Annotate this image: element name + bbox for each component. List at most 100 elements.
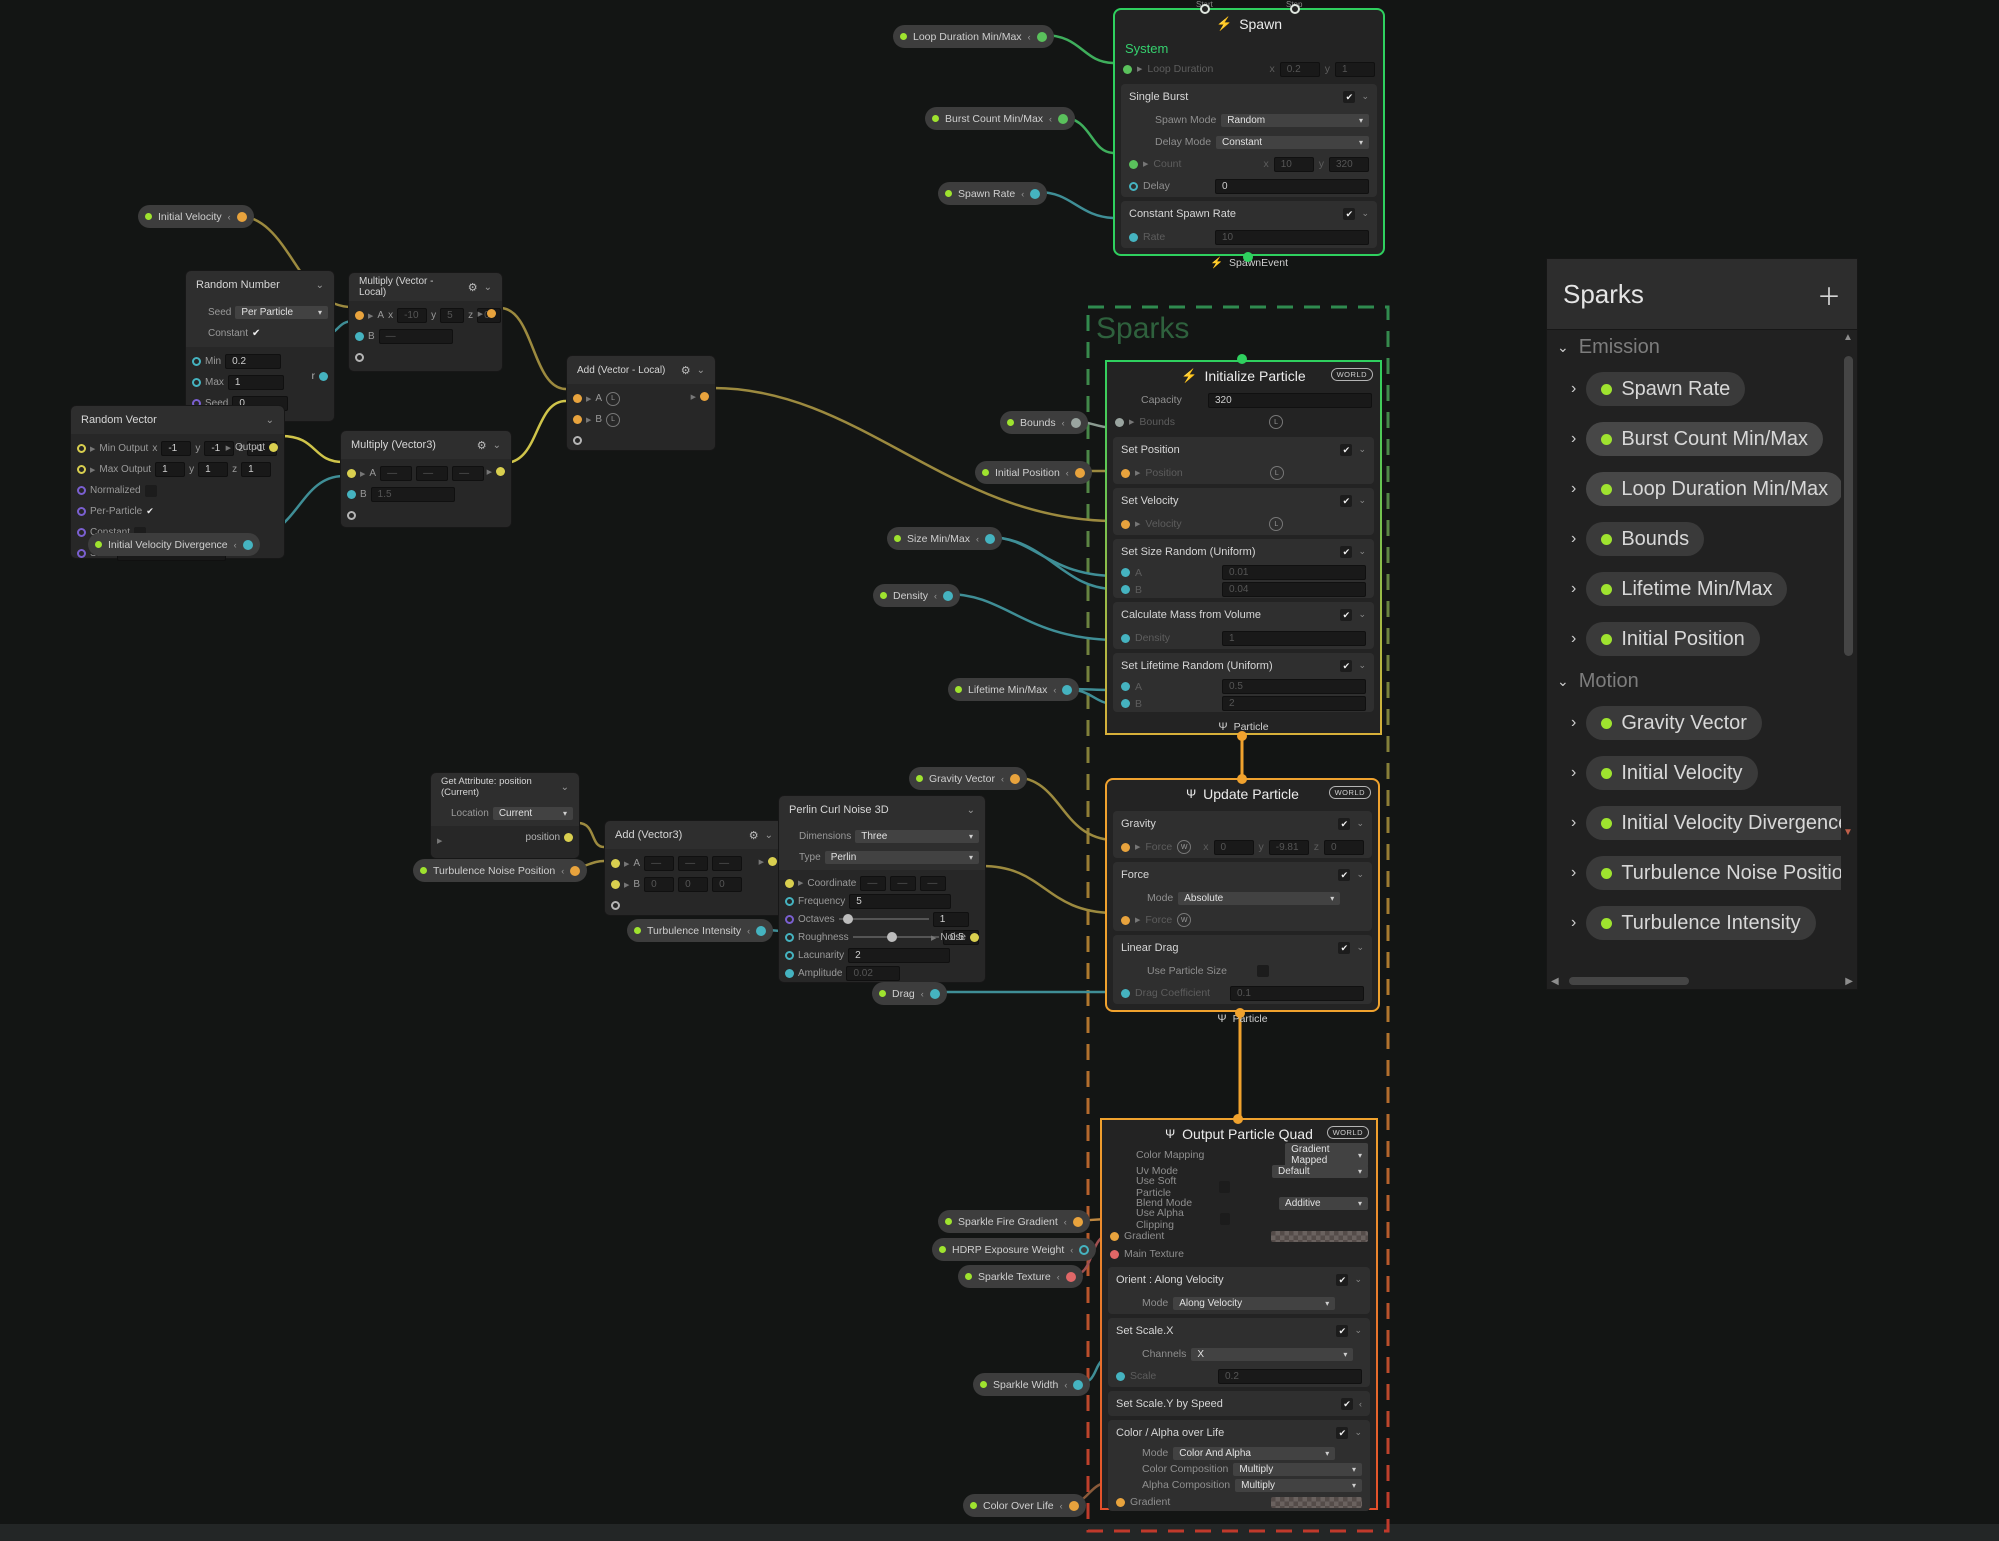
drag-coefficient-port[interactable]	[1121, 989, 1130, 998]
ca-mode-dropdown[interactable]: Color And Alpha▾	[1173, 1447, 1335, 1460]
param-sparkle-width[interactable]: Sparkle Width‹	[973, 1373, 1090, 1396]
avl-b-port[interactable]	[573, 415, 582, 424]
param-port[interactable]	[1075, 468, 1085, 478]
max-port[interactable]	[192, 378, 201, 387]
rn-output-port[interactable]	[319, 372, 328, 381]
output-in-port[interactable]	[1233, 1114, 1243, 1124]
orient-checkbox[interactable]: ✔	[1336, 1274, 1348, 1286]
av3-a-port[interactable]	[611, 859, 620, 868]
init-out-port[interactable]	[1237, 731, 1247, 741]
expand-icon[interactable]: ›	[1571, 530, 1576, 548]
av3-add-port[interactable]	[611, 901, 620, 910]
mv3-output-port[interactable]	[496, 467, 505, 476]
vfx-graph-canvas[interactable]: { "icons":{"lightning":"⚡","particle":"Ψ…	[0, 0, 1999, 1541]
update-in-port[interactable]	[1237, 774, 1247, 784]
blackboard-panel[interactable]: Sparks ＋ ⌄ Emission › Spawn Rate › Burst…	[1546, 258, 1858, 990]
param-initial-velocity-divergence[interactable]: Initial Velocity Divergence‹	[88, 533, 260, 556]
param-port[interactable]	[756, 926, 766, 936]
world-space-icon[interactable]: W	[1177, 840, 1191, 854]
delay-port[interactable]	[1129, 182, 1138, 191]
lifetime-a-port[interactable]	[1121, 682, 1130, 691]
single-burst-checkbox[interactable]: ✔	[1343, 91, 1355, 103]
blend-mode-dropdown[interactable]: Additive▾	[1279, 1197, 1368, 1210]
gear-icon[interactable]: ⚙	[468, 281, 478, 294]
av3-output-port[interactable]	[768, 857, 777, 866]
hscroll-thumb[interactable]	[1569, 977, 1689, 985]
expand-icon[interactable]: ›	[1571, 814, 1576, 832]
scroll-up-icon[interactable]: ▲	[1843, 332, 1853, 343]
spawn-context[interactable]: ⚡ Spawn System ▶ Loop Duration x0.2 y1 S…	[1113, 8, 1385, 256]
expand-icon[interactable]: ›	[1571, 430, 1576, 448]
output-context[interactable]: Ψ Output Particle Quad WORLD Color Mappi…	[1100, 1118, 1378, 1510]
system-name[interactable]: System	[1115, 37, 1383, 58]
min-port[interactable]	[192, 357, 201, 366]
param-color-over-life[interactable]: Color Over Life‹	[963, 1494, 1086, 1517]
param-initial-position[interactable]: Initial Position‹	[975, 461, 1092, 484]
set-size-checkbox[interactable]: ✔	[1340, 546, 1352, 558]
use-particle-size-checkbox[interactable]	[1257, 965, 1269, 977]
expand-icon[interactable]: ›	[1571, 764, 1576, 782]
update-context[interactable]: Ψ Update Particle WORLD Gravity ✔⌄ ▶ For…	[1105, 778, 1380, 1012]
add-vector-local-node[interactable]: Add (Vector - Local) ⚙⌄ ▶ AL ▶ BL ▶	[566, 355, 716, 451]
local-space-icon[interactable]: L	[1269, 517, 1283, 531]
update-out-port[interactable]	[1235, 1008, 1245, 1018]
delay-input[interactable]: 0	[1215, 179, 1369, 194]
avl-add-port[interactable]	[573, 436, 582, 445]
expand-icon[interactable]: ›	[1571, 914, 1576, 932]
constant-spawn-rate-block[interactable]: Constant Spawn Rate ✔ ⌄ Rate 10	[1121, 201, 1377, 248]
random-number-node[interactable]: Random Number⌄ Seed Per Particle▾ Consta…	[185, 270, 335, 422]
gear-icon[interactable]: ⚙	[681, 364, 691, 377]
world-space-icon[interactable]: W	[1177, 913, 1191, 927]
param-port[interactable]	[1062, 685, 1072, 695]
world-badge[interactable]: WORLD	[1329, 786, 1371, 799]
single-burst-block[interactable]: Single Burst ✔ ⌄ Spawn Mode Random▾ Dela…	[1121, 84, 1377, 197]
gradient2-preview[interactable]	[1271, 1497, 1362, 1508]
soft-particle-checkbox[interactable]	[1219, 1181, 1230, 1193]
force-checkbox[interactable]: ✔	[1338, 869, 1350, 881]
param-port[interactable]	[1058, 114, 1068, 124]
category-motion[interactable]: ⌄ Motion	[1547, 664, 1841, 698]
scroll-left-icon[interactable]: ◀	[1551, 976, 1559, 987]
alpha-composition-dropdown[interactable]: Multiply▾	[1235, 1479, 1362, 1492]
set-lifetime-checkbox[interactable]: ✔	[1340, 660, 1352, 672]
local-space-icon[interactable]: L	[606, 413, 620, 427]
roughness-slider[interactable]	[853, 936, 939, 938]
bb-item-loop-duration[interactable]: › Loop Duration Min/Max	[1547, 464, 1841, 514]
param-port[interactable]	[1037, 32, 1047, 42]
param-port[interactable]	[1079, 1245, 1089, 1255]
lacunarity-port[interactable]	[785, 951, 794, 960]
add-vector3-node[interactable]: Add (Vector3) ⚙⌄ ▶ A — — — ▶ B 0 0 0 ▶	[604, 820, 784, 916]
capacity-input[interactable]: 320	[1208, 393, 1372, 408]
scale-y-speed-checkbox[interactable]: ✔	[1341, 1398, 1353, 1410]
param-turbulence-noise-position[interactable]: Turbulence Noise Position‹	[413, 859, 587, 882]
calc-mass-checkbox[interactable]: ✔	[1340, 609, 1352, 621]
param-bounds[interactable]: Bounds‹	[1000, 411, 1088, 434]
local-space-icon[interactable]: L	[1270, 466, 1284, 480]
bb-item-burst-count[interactable]: › Burst Count Min/Max	[1547, 414, 1841, 464]
noise-output-port[interactable]	[970, 933, 979, 942]
per-particle-port[interactable]	[77, 507, 86, 516]
perlin-curl-noise-node[interactable]: Perlin Curl Noise 3D⌄ Dimensions Three▾ …	[778, 795, 986, 983]
expand-icon[interactable]: ›	[1571, 380, 1576, 398]
bounds-port[interactable]	[1115, 418, 1124, 427]
min-output-port[interactable]	[77, 444, 86, 453]
param-burst-count[interactable]: Burst Count Min/Max‹	[925, 107, 1075, 130]
param-sparkle-texture[interactable]: Sparkle Texture‹	[958, 1265, 1083, 1288]
gravity-checkbox[interactable]: ✔	[1338, 818, 1350, 830]
csr-checkbox[interactable]: ✔	[1343, 208, 1355, 220]
param-port[interactable]	[1073, 1217, 1083, 1227]
octaves-slider[interactable]	[839, 918, 929, 920]
get-attribute-node[interactable]: Get Attribute: position (Current)⌄ Locat…	[430, 772, 580, 859]
param-port[interactable]	[930, 989, 940, 999]
param-hdrp-exposure-weight[interactable]: HDRP Exposure Weight‹	[932, 1238, 1096, 1261]
param-loop-duration[interactable]: Loop Duration Min/Max‹	[893, 25, 1054, 48]
expand-icon[interactable]: ›	[1571, 630, 1576, 648]
force-mode-dropdown[interactable]: Absolute▾	[1178, 892, 1340, 905]
param-port[interactable]	[1073, 1380, 1083, 1390]
param-drag[interactable]: Drag‹	[872, 982, 947, 1005]
coordinate-port[interactable]	[785, 879, 794, 888]
count-port[interactable]	[1129, 160, 1138, 169]
gradient2-port[interactable]	[1116, 1498, 1125, 1507]
param-port[interactable]	[243, 540, 253, 550]
expand-icon[interactable]: ›	[1571, 714, 1576, 732]
